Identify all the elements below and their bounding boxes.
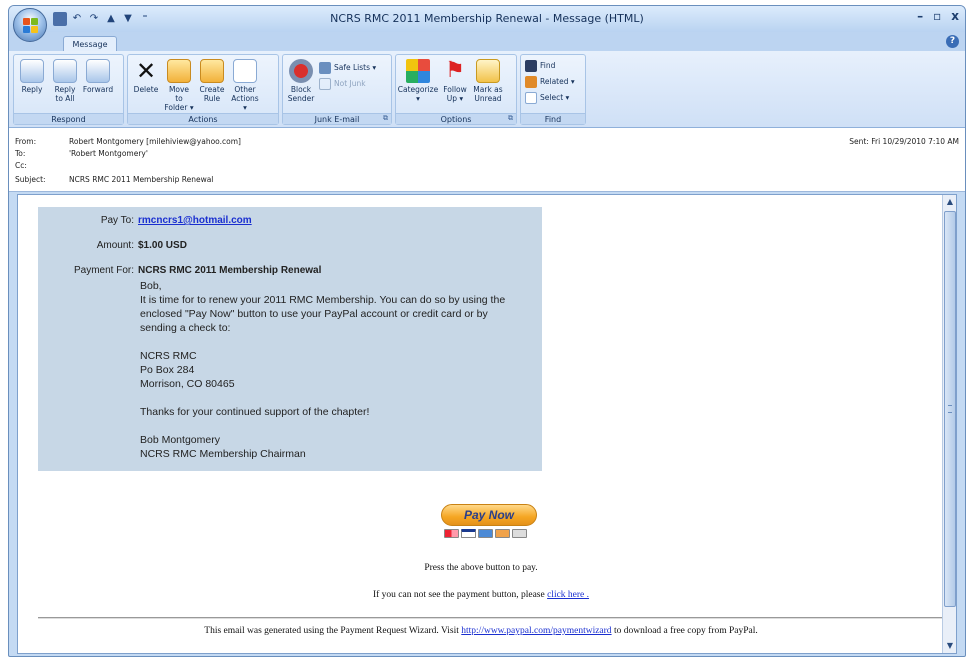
safe-lists-icon xyxy=(319,61,331,74)
options-launcher-icon[interactable]: ⧉ xyxy=(508,114,513,123)
related-button[interactable]: Related ▾ xyxy=(525,75,585,88)
group-label-junk: Junk E-mail xyxy=(283,113,391,124)
forward-icon xyxy=(86,59,110,83)
block-sender-button[interactable]: Block Sender xyxy=(286,57,316,103)
create-rule-button[interactable]: Create Rule xyxy=(197,57,227,112)
create-rule-icon xyxy=(200,59,224,83)
office-logo-icon xyxy=(23,18,38,33)
discover-icon xyxy=(495,529,510,538)
window-title: NCRS RMC 2011 Membership Renewal - Messa… xyxy=(330,12,644,25)
other-actions-button[interactable]: Other Actions ▾ xyxy=(230,57,260,112)
group-label-actions: Actions xyxy=(128,113,278,124)
subject-value: NCRS RMC 2011 Membership Renewal xyxy=(69,175,214,184)
scroll-down-icon[interactable]: ▼ xyxy=(944,640,956,652)
group-junk-email: Block Sender Safe Lists ▾ Not Junk Junk … xyxy=(282,54,392,125)
follow-up-flag-icon: ⚑ xyxy=(445,58,465,83)
minimize-button[interactable]: – xyxy=(917,9,923,23)
fallback-instruction: If you can not see the payment button, p… xyxy=(372,590,590,600)
from-value[interactable]: Robert Montgomery [milehiview@yahoo.com] xyxy=(69,137,241,146)
reply-button[interactable]: Reply xyxy=(17,57,47,103)
categorize-icon xyxy=(406,59,430,83)
move-to-folder-button[interactable]: Move to Folder ▾ xyxy=(164,57,194,112)
group-label-find: Find xyxy=(521,113,585,124)
pay-to-email-link[interactable]: rmcncrs1@hotmail.com xyxy=(138,215,252,226)
block-sender-icon xyxy=(289,59,313,83)
subject-row: Subject: NCRS RMC 2011 Membership Renewa… xyxy=(15,175,214,184)
amex-icon xyxy=(478,529,493,538)
select-button[interactable]: Select ▾ xyxy=(525,91,585,104)
window-controls: – ▫ x xyxy=(917,9,959,23)
to-row: To: 'Robert Montgomery' xyxy=(15,149,148,158)
scroll-up-icon[interactable]: ▲ xyxy=(944,196,956,208)
scroll-thumb[interactable] xyxy=(944,211,956,607)
restore-button[interactable]: ▫ xyxy=(933,9,941,23)
reply-icon xyxy=(20,59,44,83)
related-icon xyxy=(525,75,537,88)
safe-lists-button[interactable]: Safe Lists ▾ xyxy=(319,61,376,74)
delete-button[interactable]: ✕ Delete xyxy=(131,57,161,112)
outlook-message-window: ↶ ↷ ▲ ▼ ⁼ NCRS RMC 2011 Membership Renew… xyxy=(8,5,966,657)
junk-launcher-icon[interactable]: ⧉ xyxy=(383,114,388,123)
reply-all-icon xyxy=(53,59,77,83)
office-button[interactable] xyxy=(13,8,47,42)
mark-as-unread-button[interactable]: Mark as Unread xyxy=(473,57,503,103)
group-label-respond: Respond xyxy=(14,113,123,124)
grip-icon xyxy=(948,405,952,413)
group-respond: Reply Reply to All Forward Respond xyxy=(13,54,124,125)
other-actions-icon xyxy=(233,59,257,83)
card-logos xyxy=(444,529,527,538)
to-value[interactable]: 'Robert Montgomery' xyxy=(69,149,148,158)
bank-icon xyxy=(512,529,527,538)
categorize-button[interactable]: Categorize ▾ xyxy=(398,57,438,103)
message-body[interactable]: Pay To: rmcncrs1@hotmail.com Amount: $1.… xyxy=(17,194,957,654)
group-options: Categorize ▾ ⚑ Follow Up ▾ Mark as Unrea… xyxy=(395,54,517,125)
find-button[interactable]: Find xyxy=(525,59,585,72)
not-junk-icon xyxy=(319,77,331,90)
paypal-wizard-link[interactable]: http://www.paypal.com/paymentwizard xyxy=(461,626,611,636)
cc-row: Cc: xyxy=(15,161,27,170)
press-instruction: Press the above button to pay. xyxy=(424,563,538,573)
group-find: Find Related ▾ Select ▾ Find xyxy=(520,54,586,125)
close-button[interactable]: x xyxy=(951,9,959,23)
ribbon: Reply Reply to All Forward Respond ✕ Del… xyxy=(9,51,965,128)
forward-button[interactable]: Forward xyxy=(83,57,113,103)
click-here-link[interactable]: click here . xyxy=(547,590,589,600)
mastercard-icon xyxy=(444,529,459,538)
message-header: From: Robert Montgomery [milehiview@yaho… xyxy=(9,128,965,192)
ribbon-tab-row: Message ? xyxy=(9,32,965,53)
reply-all-button[interactable]: Reply to All xyxy=(50,57,80,103)
help-icon[interactable]: ? xyxy=(946,35,959,48)
divider xyxy=(38,617,944,619)
follow-up-button[interactable]: ⚑ Follow Up ▾ xyxy=(440,57,470,104)
cursor-icon xyxy=(525,91,537,104)
group-actions: ✕ Delete Move to Folder ▾ Create Rule Ot… xyxy=(127,54,279,125)
group-label-options: Options xyxy=(396,113,516,124)
not-junk-button[interactable]: Not Junk xyxy=(319,77,376,90)
envelope-icon xyxy=(476,59,500,83)
delete-icon: ✕ xyxy=(135,57,157,85)
title-bar: ↶ ↷ ▲ ▼ ⁼ NCRS RMC 2011 Membership Renew… xyxy=(9,6,965,32)
footer-text: This email was generated using the Payme… xyxy=(204,626,758,636)
visa-icon xyxy=(461,529,476,538)
move-to-folder-icon xyxy=(167,59,191,83)
payment-request-box: Pay To: rmcncrs1@hotmail.com Amount: $1.… xyxy=(38,207,542,471)
from-row: From: Robert Montgomery [milehiview@yaho… xyxy=(15,137,241,146)
binoculars-icon xyxy=(525,59,537,72)
pay-now-button[interactable]: Pay Now xyxy=(441,504,537,526)
sent-date: Sent: Fri 10/29/2010 7:10 AM xyxy=(849,137,959,146)
message-text: Bob, It is time for to renew your 2011 R… xyxy=(140,280,506,460)
vertical-scrollbar[interactable]: ▲ ▼ xyxy=(942,195,956,653)
